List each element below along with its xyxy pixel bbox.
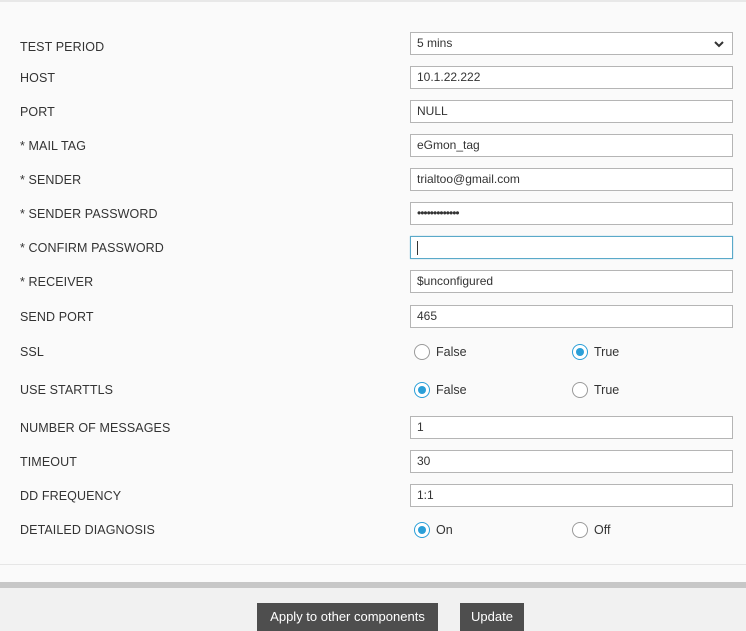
- sender-password-label: * SENDER PASSWORD: [20, 207, 158, 221]
- form-bottom-border: [0, 564, 746, 565]
- ssl-label: SSL: [20, 345, 44, 359]
- receiver-input[interactable]: $unconfigured: [410, 270, 733, 293]
- host-input[interactable]: 10.1.22.222: [410, 66, 733, 89]
- row-receiver: * RECEIVER $unconfigured: [0, 270, 746, 294]
- send-port-label: SEND PORT: [20, 310, 94, 324]
- sender-password-input[interactable]: •••••••••••••: [410, 202, 733, 225]
- port-input[interactable]: NULL: [410, 100, 733, 123]
- dd-frequency-label: DD FREQUENCY: [20, 489, 122, 503]
- number-of-messages-label: NUMBER OF MESSAGES: [20, 421, 171, 435]
- timeout-input[interactable]: 30: [410, 450, 733, 473]
- test-period-select[interactable]: 5 mins: [410, 32, 733, 55]
- dd-frequency-input[interactable]: 1:1: [410, 484, 733, 507]
- radio-circle: [414, 344, 430, 360]
- ssl-true-label: True: [594, 345, 620, 359]
- row-ssl: SSL False True: [0, 340, 746, 364]
- sender-input[interactable]: trialtoo@gmail.com: [410, 168, 733, 191]
- row-mail-tag: * MAIL TAG eGmon_tag: [0, 134, 746, 158]
- dd-on-label: On: [436, 523, 453, 537]
- row-host: HOST 10.1.22.222: [0, 66, 746, 90]
- starttls-false-label: False: [436, 383, 467, 397]
- dd-on-radio[interactable]: On: [414, 520, 453, 540]
- send-port-input[interactable]: 465: [410, 305, 733, 328]
- row-port: PORT NULL: [0, 100, 746, 124]
- row-dd-frequency: DD FREQUENCY 1:1: [0, 484, 746, 508]
- receiver-label: * RECEIVER: [20, 275, 94, 289]
- ssl-true-radio[interactable]: True: [572, 342, 619, 362]
- timeout-label: TIMEOUT: [20, 455, 77, 469]
- radio-circle-checked: [414, 382, 430, 398]
- row-timeout: TIMEOUT 30: [0, 450, 746, 474]
- dd-off-radio[interactable]: Off: [572, 520, 610, 540]
- test-period-value: 5 mins: [417, 36, 453, 50]
- starttls-true-label: True: [594, 383, 620, 397]
- detailed-diagnosis-label: DETAILED DIAGNOSIS: [20, 523, 155, 537]
- ssl-false-label: False: [436, 345, 467, 359]
- row-detailed-diagnosis: DETAILED DIAGNOSIS On Off: [0, 518, 746, 542]
- text-cursor: [417, 241, 418, 255]
- row-confirm-password: * CONFIRM PASSWORD: [0, 236, 746, 260]
- number-of-messages-input[interactable]: 1: [410, 416, 733, 439]
- mail-tag-input[interactable]: eGmon_tag: [410, 134, 733, 157]
- confirm-password-input[interactable]: [410, 236, 733, 259]
- top-border: [0, 0, 746, 2]
- radio-circle-checked: [414, 522, 430, 538]
- row-number-of-messages: NUMBER OF MESSAGES 1: [0, 416, 746, 440]
- sender-label: * SENDER: [20, 173, 82, 187]
- test-period-label: TEST PERIOD: [20, 40, 105, 54]
- mail-tag-label: * MAIL TAG: [20, 139, 87, 153]
- starttls-true-radio[interactable]: True: [572, 380, 619, 400]
- row-sender-password: * SENDER PASSWORD •••••••••••••: [0, 202, 746, 226]
- row-use-starttls: USE STARTTLS False True: [0, 378, 746, 402]
- starttls-false-radio[interactable]: False: [414, 380, 467, 400]
- chevron-down-icon: [714, 40, 724, 47]
- radio-circle: [572, 522, 588, 538]
- row-test-period: TEST PERIOD 5 mins: [0, 32, 746, 58]
- host-label: HOST: [20, 71, 56, 85]
- row-send-port: SEND PORT 465: [0, 305, 746, 329]
- ssl-false-radio[interactable]: False: [414, 342, 467, 362]
- radio-circle: [572, 382, 588, 398]
- radio-circle-checked: [572, 344, 588, 360]
- update-button[interactable]: Update: [460, 603, 524, 631]
- confirm-password-label: * CONFIRM PASSWORD: [20, 241, 164, 255]
- use-starttls-label: USE STARTTLS: [20, 383, 114, 397]
- dd-off-label: Off: [594, 523, 611, 537]
- apply-to-other-components-button[interactable]: Apply to other components: [257, 603, 438, 631]
- port-label: PORT: [20, 105, 55, 119]
- row-sender: * SENDER trialtoo@gmail.com: [0, 168, 746, 192]
